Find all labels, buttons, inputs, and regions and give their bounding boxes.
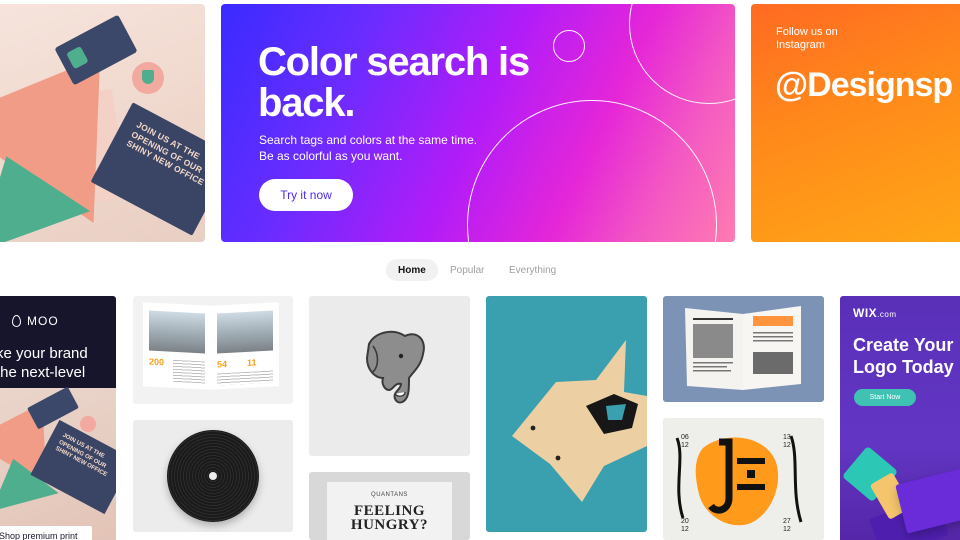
jazz-date-label: 06 12: [681, 434, 689, 449]
text-lines: [173, 359, 205, 384]
hero-instagram-banner[interactable]: Follow us on Instagram @Designsp: [751, 4, 960, 242]
jazz-date-label: 13 12: [783, 434, 791, 449]
wix-title-line1: Create Your: [853, 335, 954, 355]
vinyl-record-image: [167, 430, 259, 522]
pink-badge-icon: [80, 416, 96, 432]
jazz-date-label: 27 12: [783, 518, 791, 533]
top-circle-outline: [629, 4, 735, 104]
elephant-icon: [365, 330, 425, 404]
start-now-button[interactable]: Start Now: [854, 389, 916, 406]
pink-badge-icon: [132, 62, 164, 94]
quantans-logo: QUANTANS: [371, 492, 408, 498]
moo-stationery-image: JOIN US AT THE OPENING OF OUR SHINY NEW …: [0, 380, 116, 540]
feeling-hungry-title: FEELING HUNGRY?: [327, 503, 452, 533]
vinyl-record-tile[interactable]: [133, 420, 293, 532]
geometric-fox-tile[interactable]: [486, 296, 647, 532]
hungry-title-line1: FEELING: [353, 503, 425, 519]
hero-title: Color search is back.: [258, 40, 530, 125]
wix-logo-text: WIX: [853, 306, 878, 320]
brochure-right-page: 54 11: [211, 302, 279, 390]
menu-card: QUANTANS FEELING HUNGRY?: [327, 482, 452, 540]
brochure-stat: 11: [247, 357, 257, 368]
wix-ad-tile[interactable]: WIX.com Create Your Logo Today Start Now: [840, 296, 960, 540]
wix-logo: WIX.com: [853, 306, 897, 320]
hero-moo-stationery-card[interactable]: JOIN US AT THE OPENING OF OUR SHINY NEW …: [0, 4, 205, 242]
instagram-follow-text: Follow us on Instagram: [776, 26, 838, 51]
invitation-card-text: JOIN US AT THE OPENING OF OUR SHINY NEW …: [124, 119, 205, 188]
card-logo-icon: [66, 45, 89, 70]
open-book-image: [685, 306, 801, 390]
hero-subtitle: Search tags and colors at the same time.…: [259, 133, 478, 163]
wix-title-line2: Logo Today: [853, 357, 954, 377]
instagram-handle: @Designsp: [775, 66, 953, 104]
moo-card-text: JOIN US AT THE OPENING OF OUR SHINY NEW …: [54, 432, 108, 479]
moo-logo-text: MOO: [27, 314, 59, 328]
brochure-shot-tile[interactable]: 200 54 11: [133, 296, 293, 404]
try-it-now-button[interactable]: Try it now: [259, 179, 353, 211]
brochure-stat: 54: [217, 358, 228, 370]
tab-home[interactable]: Home: [386, 259, 438, 281]
jazz-poster-tile[interactable]: 06 12 13 12 20 12 27 12: [663, 418, 824, 540]
refinery-photo: [217, 310, 273, 354]
moo-copy-line2: the next-level: [0, 364, 86, 381]
purple-business-card: [895, 464, 960, 534]
brochure-stat: 200: [149, 356, 165, 368]
wix-ad-title: Create Your Logo Today: [853, 334, 960, 378]
refinery-photo: [149, 310, 205, 354]
elephant-logo-tile[interactable]: [309, 296, 470, 456]
fox-illustration: [512, 340, 647, 502]
moo-ad-copy: ke your brand the next-level: [0, 344, 116, 382]
text-lines: [217, 370, 273, 386]
moo-copy-line1: ke your brand: [0, 345, 88, 362]
jazz-date-label: 20 12: [681, 518, 689, 533]
brochure-left-page: 200: [143, 302, 211, 390]
shop-premium-print-button[interactable]: Shop premium print: [0, 526, 92, 540]
moo-ad-tile[interactable]: MOO ke your brand the next-level JOIN US…: [0, 296, 116, 540]
feeling-hungry-tile[interactable]: QUANTANS FEELING HUNGRY?: [309, 472, 470, 540]
wix-logo-suffix: .com: [877, 310, 897, 319]
moo-logo: MOO: [12, 314, 59, 328]
hero-color-search-banner[interactable]: Color search is back. Search tags and co…: [221, 4, 735, 242]
open-book-tile[interactable]: [663, 296, 824, 402]
moo-drop-icon: [12, 315, 21, 327]
tab-popular[interactable]: Popular: [438, 259, 496, 281]
tab-everything[interactable]: Everything: [497, 259, 568, 281]
hungry-title-line2: HUNGRY?: [350, 517, 429, 533]
